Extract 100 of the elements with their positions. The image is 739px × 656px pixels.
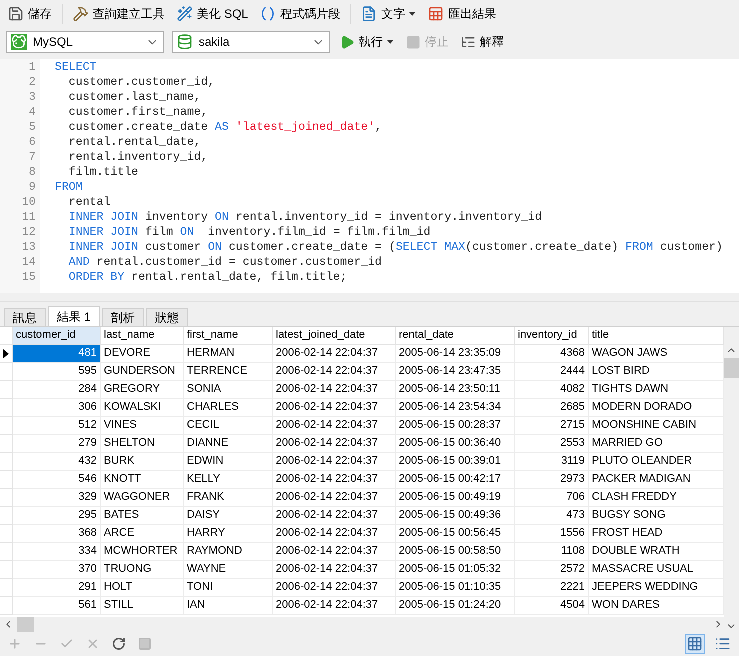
toolbar-button[interactable]: 儲存 [6, 2, 54, 26]
table-cell: BURK [101, 453, 184, 471]
column-header[interactable]: customer_id [13, 327, 101, 345]
table-cell: 2006-02-14 22:04:37 [273, 597, 396, 615]
table-cell: 546 [13, 471, 101, 489]
table-cell: 2006-02-14 22:04:37 [273, 525, 396, 543]
table-cell: RAYMOND [184, 543, 273, 561]
column-header[interactable]: title [589, 327, 724, 345]
table-cell: 2005-06-15 01:24:20 [396, 597, 515, 615]
form-view-icon [715, 636, 731, 652]
table-cell: 2005-06-15 00:49:36 [396, 507, 515, 525]
database-select[interactable]: sakila [172, 31, 330, 53]
table-cell: DOUBLE WRATH [589, 543, 724, 561]
toolbar-button[interactable]: 執行 [338, 30, 396, 54]
table-cell: 295 [13, 507, 101, 525]
table-cell: 2006-02-14 22:04:37 [273, 435, 396, 453]
table-cell: 2005-06-15 01:10:35 [396, 579, 515, 597]
table-cell: 2715 [515, 417, 589, 435]
column-header[interactable]: rental_date [396, 327, 515, 345]
table-cell: MASSACRE USUAL [589, 561, 724, 579]
table-cell: BUGSY SONG [589, 507, 724, 525]
code-line: ORDER BY rental.rental_date, film.title; [68, 270, 348, 285]
code-line: customer.create_date AS 'latest_joined_date', [68, 120, 384, 135]
code-line: FROM [55, 180, 84, 195]
code-line: rental [68, 195, 112, 210]
result-tab[interactable]: 訊息 [4, 308, 46, 327]
stop-icon [138, 637, 152, 651]
close-icon [86, 637, 100, 651]
table-cell: 2006-02-14 22:04:37 [273, 363, 396, 381]
table-cell: SHELTON [101, 435, 184, 453]
table-cell: TERRENCE [184, 363, 273, 381]
table-cell: 2221 [515, 579, 589, 597]
table-cell: TIGHTS DAWN [589, 381, 724, 399]
line-number: 12 [21, 225, 37, 240]
table-cell: 2973 [515, 471, 589, 489]
table-cell: 2006-02-14 22:04:37 [273, 489, 396, 507]
result-tab[interactable]: 狀態 [146, 308, 188, 327]
table-cell: 2006-02-14 22:04:37 [273, 543, 396, 561]
toolbar-button[interactable]: 程式碼片段 [258, 2, 342, 26]
table-cell: 1556 [515, 525, 589, 543]
table-cell: DEVORE [101, 345, 184, 363]
database-icon [177, 34, 193, 50]
code-line: customer.first_name, [68, 105, 210, 120]
table-cell: 306 [13, 399, 101, 417]
table-cell: CLASH FREDDY [589, 489, 724, 507]
table-cell: 2005-06-15 00:39:01 [396, 453, 515, 471]
scrollbar-thumb[interactable] [17, 617, 34, 632]
table-cell: MCWHORTER [101, 543, 184, 561]
table-cell: GREGORY [101, 381, 184, 399]
table-cell: 2006-02-14 22:04:37 [273, 561, 396, 579]
line-number: 7 [28, 150, 37, 165]
toolbar-button[interactable]: 美化 SQL [175, 2, 250, 26]
table-cell: WAYNE [184, 561, 273, 579]
result-tab[interactable]: 剖析 [102, 308, 144, 327]
table-cell: 291 [13, 579, 101, 597]
table-cell: KNOTT [101, 471, 184, 489]
table-cell: PACKER MADIGAN [589, 471, 724, 489]
table-cell: 2553 [515, 435, 589, 453]
table-cell: ARCE [101, 525, 184, 543]
line-number: 3 [28, 90, 37, 105]
result-tab[interactable]: 結果 1 [48, 306, 100, 327]
line-number: 15 [21, 270, 37, 285]
table-cell: 2006-02-14 22:04:37 [273, 579, 396, 597]
toolbar-button[interactable]: 匯出結果 [426, 2, 498, 26]
scrollbar-thumb[interactable] [724, 358, 739, 378]
line-number: 2 [28, 75, 37, 90]
line-number: 14 [21, 255, 37, 270]
table-cell: TRUONG [101, 561, 184, 579]
grid-view-button[interactable] [685, 634, 705, 654]
table-cell: 2005-06-15 00:49:19 [396, 489, 515, 507]
connection-select[interactable]: MySQL [6, 31, 164, 53]
column-header[interactable]: first_name [184, 327, 273, 345]
table-cell: 3119 [515, 453, 589, 471]
table-cell: 2006-02-14 22:04:37 [273, 345, 396, 363]
hammer-icon [73, 6, 89, 22]
table-cell: MARRIED GO [589, 435, 724, 453]
table-cell: 2006-02-14 22:04:37 [273, 507, 396, 525]
table-cell: BATES [101, 507, 184, 525]
table-cell: WAGON JAWS [589, 345, 724, 363]
table-cell: JEEPERS WEDDING [589, 579, 724, 597]
table-cell: 329 [13, 489, 101, 507]
column-header[interactable]: latest_joined_date [273, 327, 396, 345]
toolbar-button[interactable]: 解釋 [459, 30, 506, 54]
line-number: 9 [28, 180, 37, 195]
table-cell: KELLY [184, 471, 273, 489]
table-cell: 2444 [515, 363, 589, 381]
code-line: INNER JOIN film ON inventory.film_id = film.film_id [68, 225, 432, 240]
toolbar-button[interactable]: 文字 [359, 2, 418, 26]
table-cell: CECIL [184, 417, 273, 435]
toolbar-button[interactable]: 查詢建立工具 [71, 2, 167, 26]
save-icon [8, 6, 24, 22]
line-number: 6 [28, 135, 37, 150]
table-cell: 334 [13, 543, 101, 561]
table-cell: 2005-06-15 00:42:17 [396, 471, 515, 489]
column-header[interactable]: inventory_id [515, 327, 589, 345]
column-header[interactable]: last_name [101, 327, 184, 345]
refresh-button[interactable] [110, 635, 128, 653]
table-cell: HOLT [101, 579, 184, 597]
table-cell: DIANNE [184, 435, 273, 453]
table-cell: 561 [13, 597, 101, 615]
